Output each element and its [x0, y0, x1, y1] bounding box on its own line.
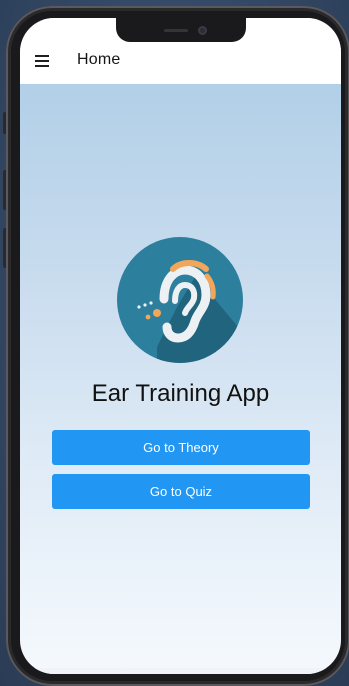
speaker-grille — [164, 29, 188, 32]
phone-screen: Home Ear Training App Go to Theory Go to… — [20, 18, 341, 674]
go-to-quiz-button[interactable]: Go to Quiz — [52, 474, 310, 509]
go-to-theory-button[interactable]: Go to Theory — [52, 430, 310, 465]
page-title: Home — [77, 51, 121, 68]
device-backdrop: Home Ear Training App Go to Theory Go to… — [0, 0, 349, 686]
ear-sound-icon — [117, 237, 243, 363]
app-name-heading: Ear Training App — [91, 380, 270, 407]
front-camera — [198, 26, 207, 35]
screen-bottom-edge — [20, 668, 341, 674]
phone-notch — [116, 18, 246, 42]
hamburger-menu-icon[interactable] — [35, 55, 49, 67]
